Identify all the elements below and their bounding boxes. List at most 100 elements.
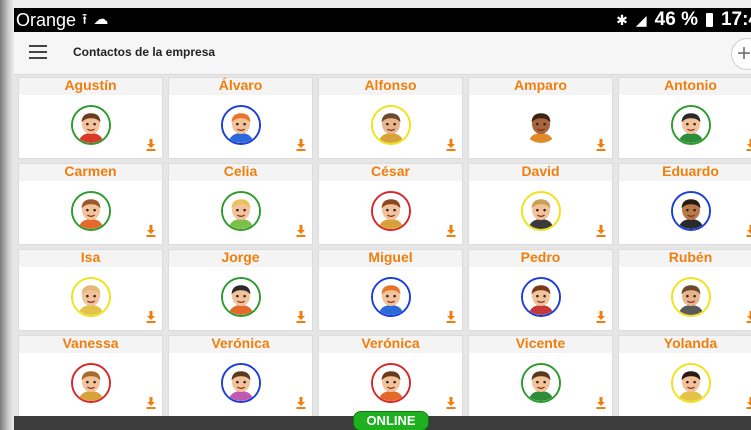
bottom-bar: ONLINE [14,411,751,430]
avatar-icon [70,191,111,231]
contact-name: Pedro [520,249,561,265]
contact-card[interactable]: César [318,163,463,245]
avatar-icon [220,105,261,145]
contacts-grid: Agustín Álvaro Alfonso Amparo Antonio Carmen C… [18,77,751,419]
avatar-icon [370,277,411,317]
avatar-icon [670,191,711,231]
notification-icon: ☁ [93,11,109,28]
contact-name-header: Celia [169,163,312,181]
contact-name-header: Vanessa [19,335,162,353]
download-icon[interactable] [296,397,306,409]
download-icon[interactable] [296,139,306,151]
contact-name: Isa [80,249,101,265]
upload-icon: ⭱ [82,11,88,28]
contact-card[interactable]: Rubén [618,249,751,331]
contact-card[interactable]: Agustín [18,77,163,159]
contact-name: Yolanda [663,335,718,351]
contact-card[interactable]: David [468,163,613,245]
avatar-icon [220,363,261,403]
contact-name: David [521,163,560,179]
contact-name: Vicente [515,335,566,351]
battery-icon [705,13,713,27]
contact-card[interactable]: Alfonso [318,77,463,159]
contact-card[interactable]: Amparo [468,77,613,159]
contact-name: Amparo [514,77,567,93]
contact-name: Antonio [664,77,717,93]
contact-name: Carmen [64,163,117,179]
download-icon[interactable] [446,311,456,323]
contact-card[interactable]: Vanessa [18,335,163,417]
status-right: ✱ ◢ 46 % 17:4 [616,10,751,30]
avatar-icon [220,277,261,317]
contact-card[interactable]: Isa [18,249,163,331]
status-left: Orange ⭱ ☁ [16,10,108,30]
contact-card[interactable]: Jorge [168,249,313,331]
contact-name: Celia [223,163,258,179]
contact-card[interactable]: Verónica [318,335,463,417]
contact-card[interactable]: Yolanda [618,335,751,417]
download-icon[interactable] [146,397,156,409]
contact-card[interactable]: Carmen [18,163,163,245]
contact-name-header: Verónica [169,335,312,353]
contact-card[interactable]: Pedro [468,249,613,331]
avatar-icon [70,105,111,145]
contact-name-header: Yolanda [619,335,751,353]
contact-card[interactable]: Verónica [168,335,313,417]
download-icon[interactable] [596,225,606,237]
contact-name: Eduardo [662,163,719,179]
clock: 17:4 [720,9,751,30]
contact-card[interactable]: Álvaro [168,77,313,159]
contact-name-header: Pedro [469,249,612,267]
contact-name-header: David [469,163,612,181]
avatar-icon [520,191,561,231]
contact-name: Agustín [64,77,117,93]
contact-name: Verónica [361,335,420,351]
contact-name-header: Vicente [469,335,612,353]
bluetooth-icon: ✱ [616,12,628,28]
download-icon[interactable] [446,225,456,237]
avatar-icon [370,191,411,231]
contact-name: César [371,163,410,179]
download-icon[interactable] [446,397,456,409]
avatar-icon [670,363,711,403]
add-contact-button[interactable]: + [731,38,751,70]
download-icon[interactable] [596,139,606,151]
download-icon[interactable] [746,397,751,409]
contact-card[interactable]: Celia [168,163,313,245]
download-icon[interactable] [596,311,606,323]
download-icon[interactable] [146,311,156,323]
contact-name: Rubén [668,249,713,265]
download-icon[interactable] [446,139,456,151]
download-icon[interactable] [296,225,306,237]
contact-name-header: Carmen [19,163,162,181]
contact-name-header: Verónica [319,335,462,353]
contact-name: Miguel [368,249,413,265]
avatar-icon [220,191,261,231]
contact-name-header: Amparo [469,77,612,95]
battery-percent: 46 % [654,9,698,30]
contact-name-header: Rubén [619,249,751,267]
contact-name: Álvaro [218,77,263,93]
download-icon[interactable] [146,139,156,151]
tablet-screen: Orange ⭱ ☁ ✱ ◢ 46 % 17:4 Contactos de la… [14,8,751,430]
contact-name: Verónica [211,335,270,351]
contact-card[interactable]: Miguel [318,249,463,331]
carrier-name: Orange [16,10,77,30]
download-icon[interactable] [296,311,306,323]
contact-name-header: César [319,163,462,181]
download-icon[interactable] [746,139,751,151]
download-icon[interactable] [146,225,156,237]
contact-card[interactable]: Vicente [468,335,613,417]
avatar-icon [670,105,711,145]
contact-card[interactable]: Eduardo [618,163,751,245]
download-icon[interactable] [746,225,751,237]
download-icon[interactable] [596,397,606,409]
signal-4g-icon: ◢ [635,12,647,28]
contact-name: Alfonso [364,77,417,93]
avatar-icon [70,363,111,403]
contact-card[interactable]: Antonio [618,77,751,159]
hamburger-menu-icon[interactable] [29,45,47,59]
contact-name-header: Agustín [19,77,162,95]
avatar-icon [370,363,411,403]
download-icon[interactable] [746,311,751,323]
